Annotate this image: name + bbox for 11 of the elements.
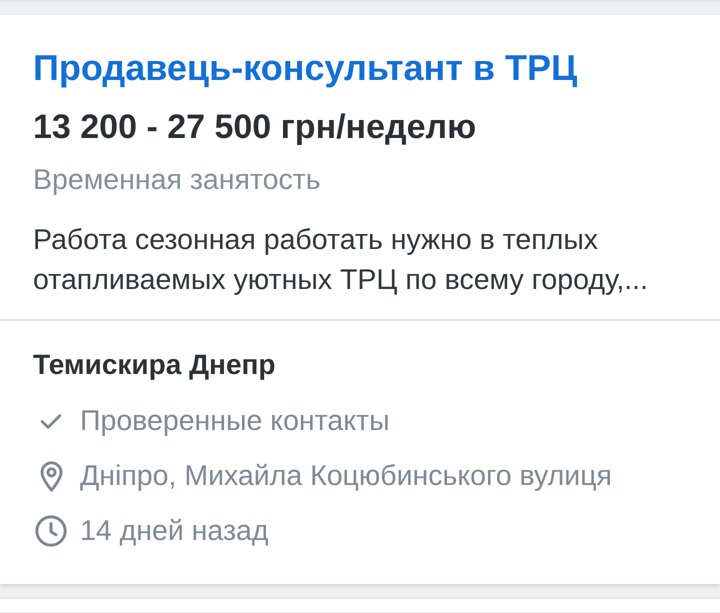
job-description: Работа сезонная работать нужно в теплых отапливаемых уютных ТРЦ по всему городу,... bbox=[33, 223, 650, 298]
job-title-link[interactable]: Продавець-консультант в ТРЦ bbox=[33, 46, 578, 90]
verified-contacts-text: Проверенные контакты bbox=[80, 404, 390, 438]
posted-date-text: 14 дней назад bbox=[80, 514, 268, 548]
address-text: Дніпро, Михайла Коцюбинського вулиця bbox=[80, 459, 612, 493]
clock-icon bbox=[35, 515, 67, 547]
job-card[interactable] bbox=[0, 15, 720, 584]
company-name: Темискира Днепр bbox=[33, 348, 276, 382]
salary-text: 13 200 - 27 500 грн/неделю bbox=[33, 107, 476, 147]
map-pin-icon bbox=[38, 460, 64, 492]
employment-type-text: Временная занятость bbox=[33, 163, 321, 197]
